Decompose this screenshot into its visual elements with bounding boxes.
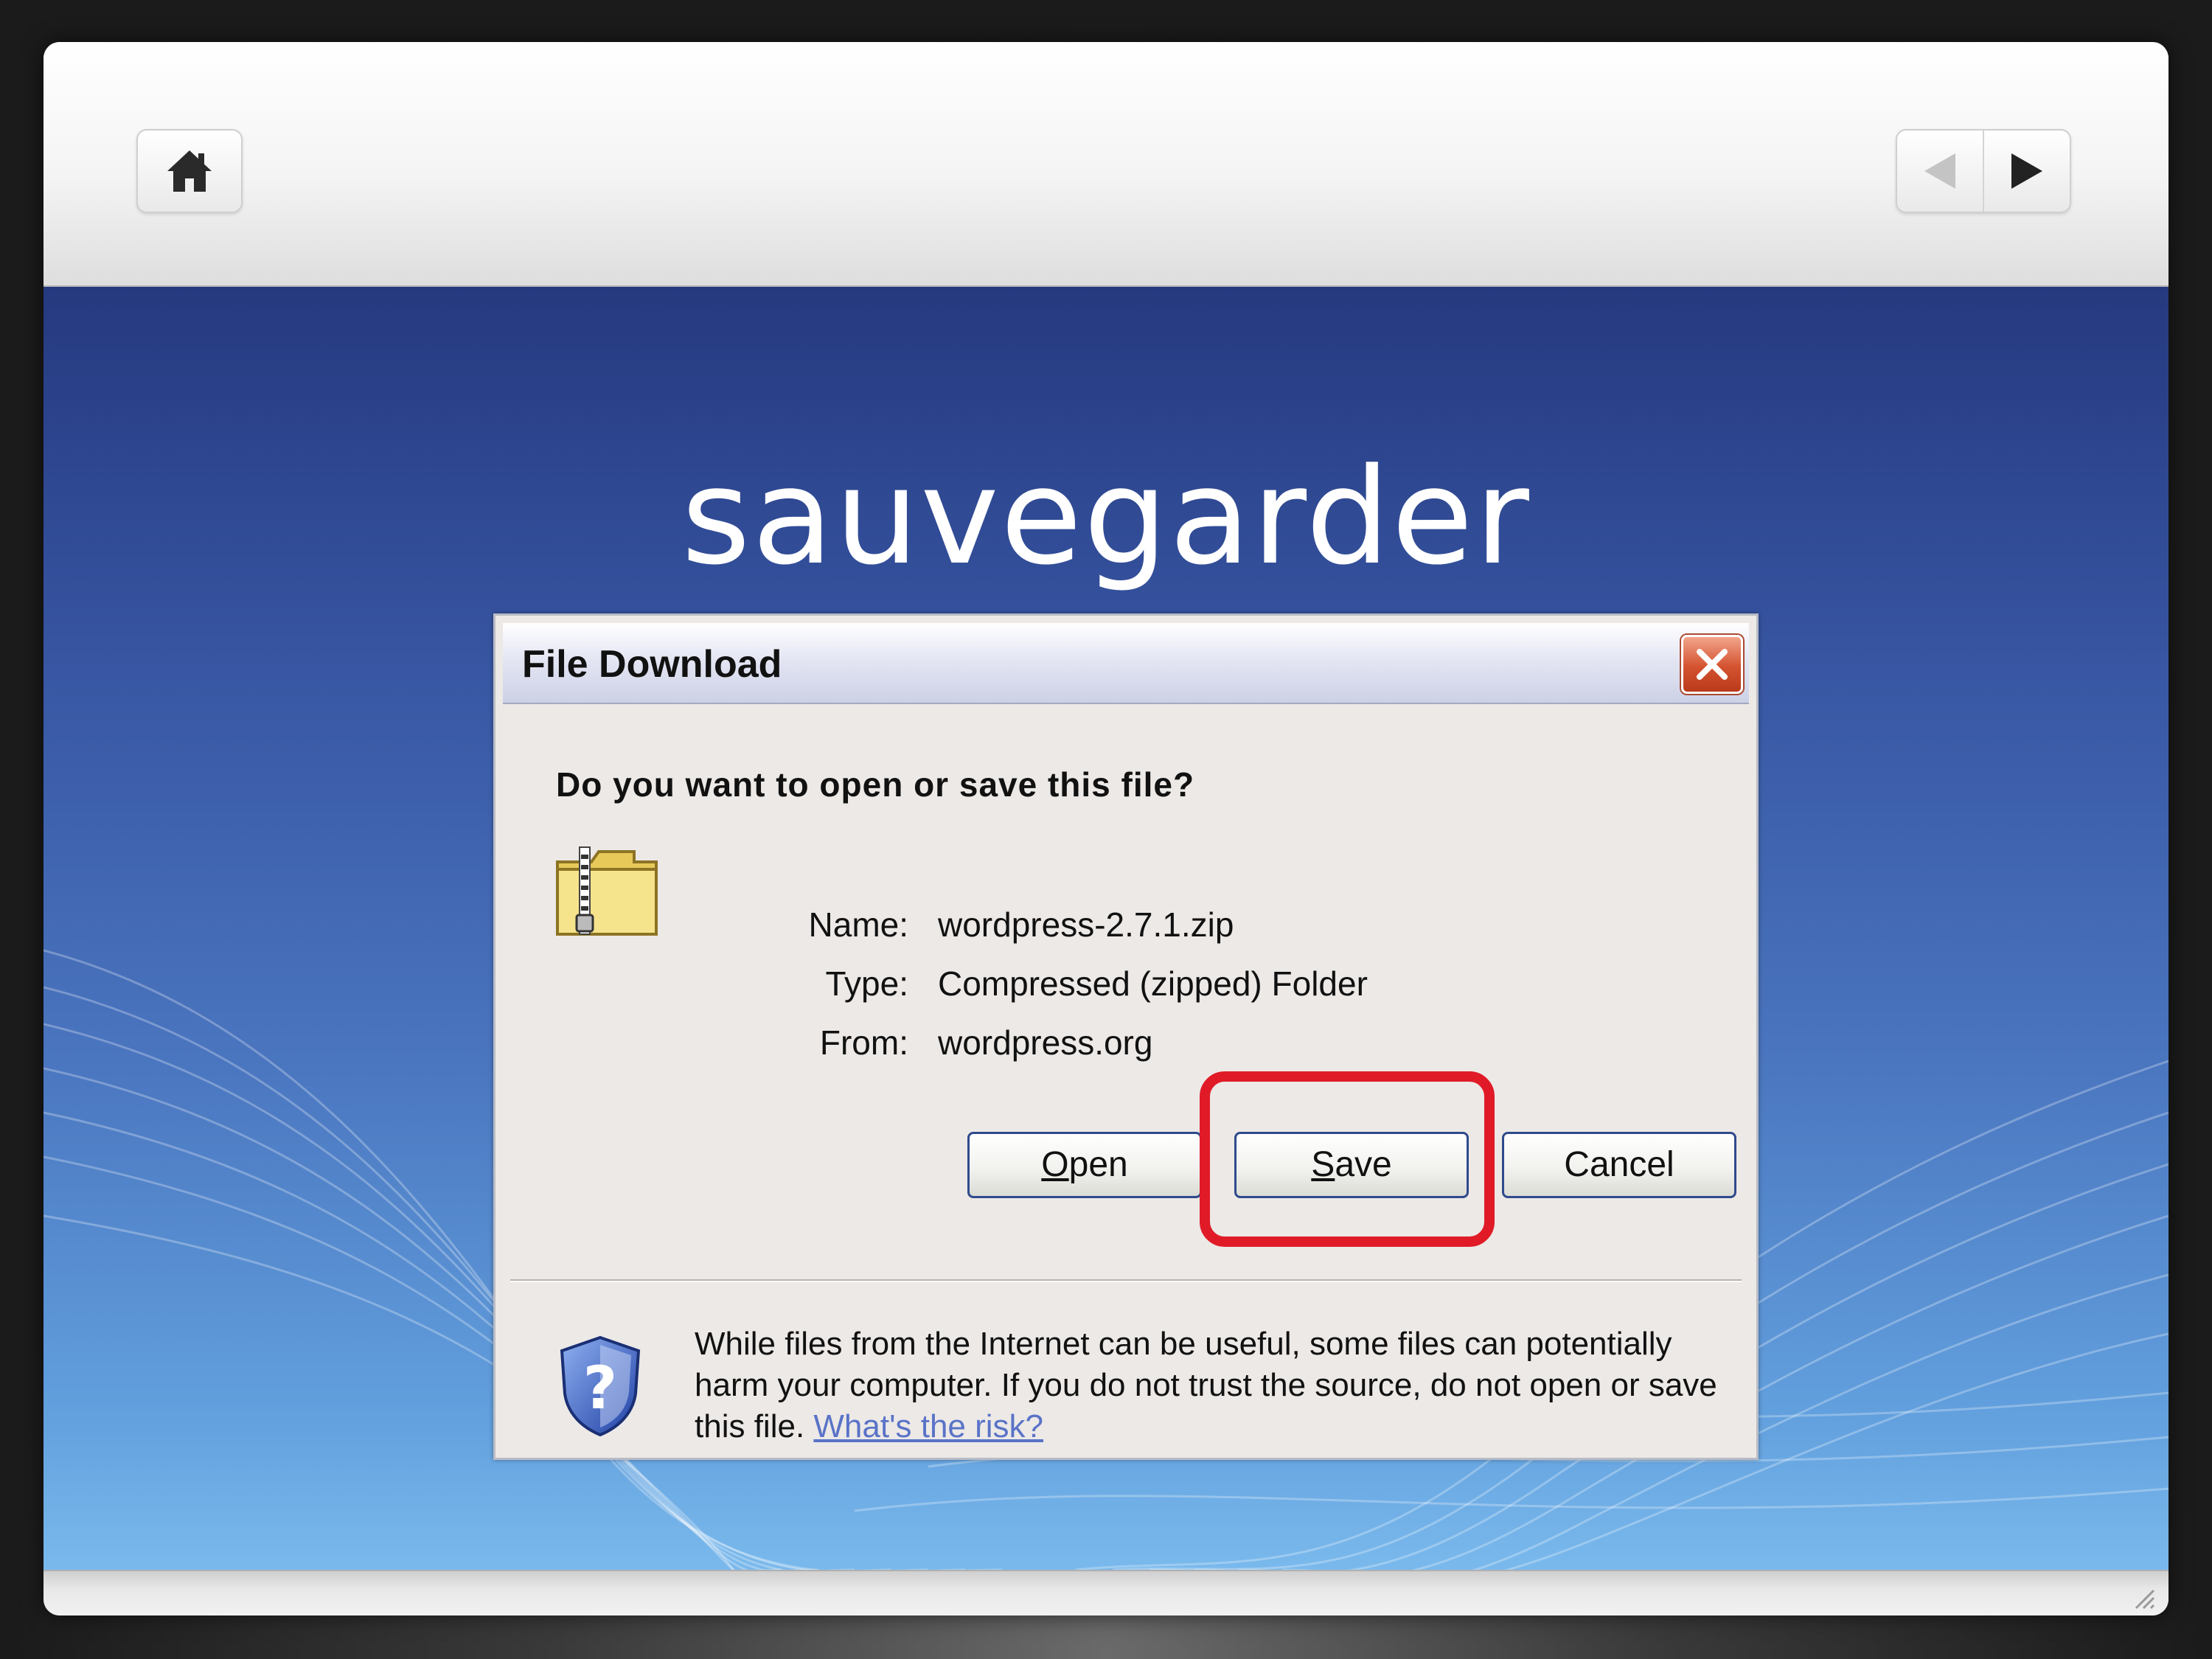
- name-value: wordpress-2.7.1.zip: [938, 905, 1234, 944]
- dialog-titlebar: File Download: [503, 623, 1749, 704]
- home-button[interactable]: [136, 129, 243, 213]
- slide: sauvegarder File Download Do you want to…: [44, 42, 2168, 1615]
- top-toolbar: [44, 42, 2168, 287]
- file-download-dialog: File Download Do you want to open or sav…: [493, 613, 1759, 1460]
- shield-question-icon: ?: [560, 1335, 641, 1437]
- slide-title: sauvegarder: [681, 440, 1531, 594]
- open-button[interactable]: Open: [967, 1132, 1202, 1198]
- name-label: Name:: [808, 905, 908, 944]
- home-icon: [167, 150, 212, 192]
- risk-link[interactable]: What's the risk?: [813, 1408, 1043, 1444]
- cancel-button[interactable]: Cancel: [1502, 1132, 1736, 1198]
- triangle-left-icon: [1924, 153, 1955, 189]
- close-button[interactable]: [1681, 635, 1743, 694]
- slide-navigation: [1896, 129, 2071, 213]
- triangle-right-icon: [2011, 153, 2042, 189]
- open-mnemonic: O: [1041, 1145, 1069, 1184]
- dialog-separator: [510, 1279, 1742, 1282]
- open-label: pen: [1068, 1145, 1128, 1184]
- next-slide-button[interactable]: [1984, 131, 2070, 212]
- dialog-title: File Download: [522, 643, 782, 686]
- bottom-bar: [44, 1570, 2168, 1615]
- from-label: From:: [819, 1023, 908, 1062]
- resize-grip-icon: [2135, 1589, 2155, 1610]
- save-highlight-annotation: [1200, 1071, 1495, 1247]
- previous-slide-button[interactable]: [1897, 131, 1984, 212]
- from-value: wordpress.org: [938, 1023, 1153, 1062]
- close-icon: [1697, 649, 1728, 680]
- security-warning: While files from the Internet can be use…: [695, 1324, 1719, 1447]
- dialog-question: Do you want to open or save this file?: [556, 765, 1195, 804]
- type-value: Compressed (zipped) Folder: [938, 964, 1368, 1003]
- svg-text:?: ?: [583, 1354, 617, 1422]
- presentation-backdrop: sauvegarder File Download Do you want to…: [0, 0, 2212, 1659]
- type-label: Type:: [825, 964, 908, 1003]
